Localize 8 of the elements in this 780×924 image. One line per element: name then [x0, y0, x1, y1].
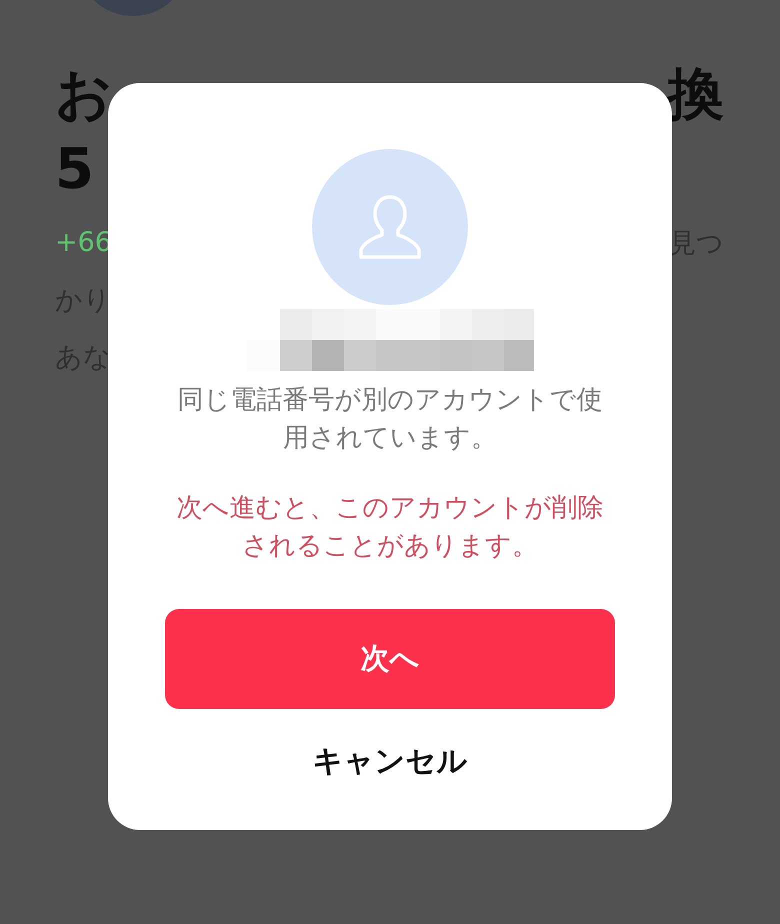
next-button[interactable]: 次へ: [165, 609, 615, 709]
heading-text: お: [55, 61, 112, 129]
heading-text: 換: [668, 61, 724, 129]
message-text: 同じ電話番号が別のアカウントで使用されています。: [176, 384, 604, 455]
cancel-button[interactable]: キャンセル: [308, 739, 472, 783]
warning-text: 次へ進むと、このアカウントが削除されることがあります。: [176, 492, 604, 563]
heading-text: 5: [55, 136, 94, 202]
avatar-icon: [312, 149, 468, 305]
